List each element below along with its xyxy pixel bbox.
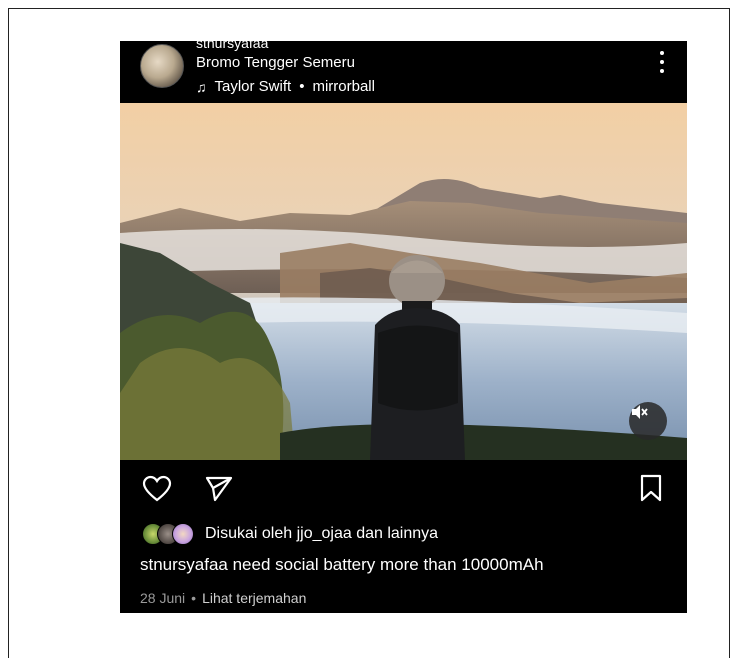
- post-photo[interactable]: [120, 103, 687, 460]
- landscape-photo: [120, 103, 687, 460]
- music-artist: Taylor Swift: [214, 78, 292, 95]
- more-vertical-icon[interactable]: [659, 51, 665, 73]
- music-separator: •: [299, 78, 305, 95]
- username[interactable]: stnursyafaa: [196, 41, 268, 51]
- likes-row[interactable]: Disukai oleh jjo_ojaa dan lainnya: [142, 523, 438, 545]
- instagram-post: stnursyafaa Bromo Tengger Semeru ♫ Taylo…: [120, 41, 687, 613]
- liker-avatars: [142, 523, 194, 545]
- meta-separator: •: [191, 590, 197, 606]
- likes-text: Disukai oleh jjo_ojaa dan lainnya: [205, 525, 439, 542]
- post-date: 28 Juni: [140, 590, 186, 606]
- avatar[interactable]: [140, 44, 184, 88]
- translate-link[interactable]: Lihat terjemahan: [202, 590, 306, 606]
- send-icon[interactable]: [204, 475, 234, 503]
- post-actions: [120, 469, 687, 505]
- post-meta: 28 Juni • Lihat terjemahan: [140, 590, 306, 606]
- music-note-icon: ♫: [196, 79, 207, 95]
- music-info[interactable]: ♫ Taylor Swift • mirrorball: [196, 78, 375, 96]
- heart-icon[interactable]: [142, 475, 172, 503]
- volume-off-icon[interactable]: [629, 402, 667, 440]
- music-song: mirrorball: [312, 78, 375, 95]
- post-caption: stnursyafaa need social battery more tha…: [140, 555, 544, 574]
- location[interactable]: Bromo Tengger Semeru: [196, 54, 355, 72]
- bookmark-icon[interactable]: [639, 474, 663, 502]
- avatar: [172, 523, 194, 545]
- post-header: stnursyafaa Bromo Tengger Semeru ♫ Taylo…: [120, 41, 687, 103]
